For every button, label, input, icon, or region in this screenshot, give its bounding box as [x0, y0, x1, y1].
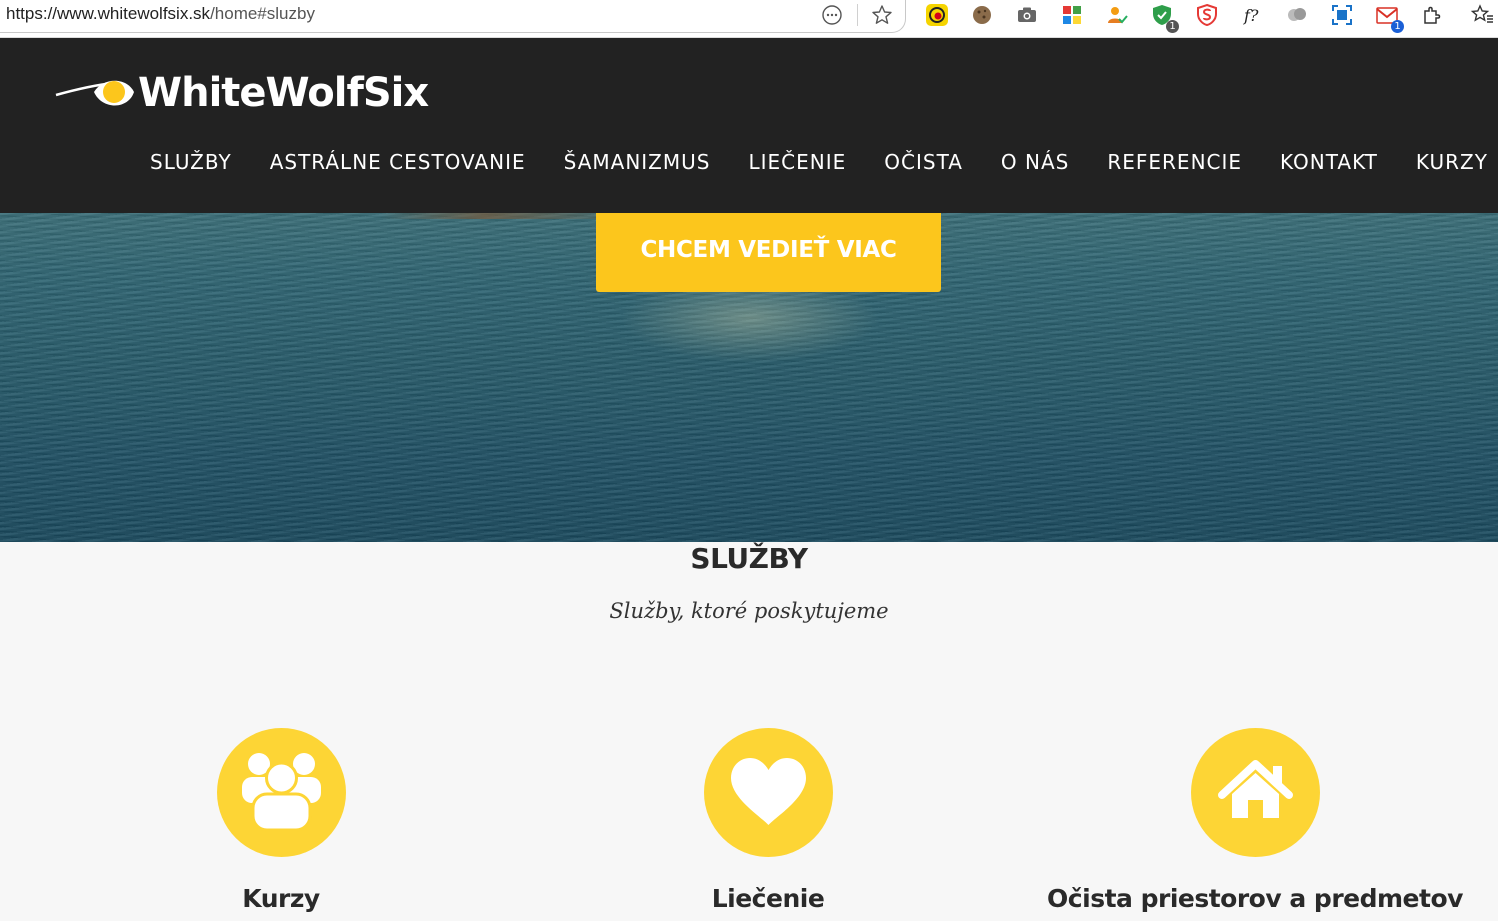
nav-item-liecenie[interactable]: LIEČENIE: [748, 150, 846, 174]
service-icon-circle: [1190, 728, 1320, 857]
site-header: WhiteWolfSix SLUŽBY ASTRÁLNE CESTOVANIE …: [0, 38, 1498, 213]
nav-item-sluzby[interactable]: SLUŽBY: [150, 150, 232, 174]
screenshot-extension-icon[interactable]: [1330, 3, 1354, 27]
logo-text: WhiteWolfSix: [138, 70, 429, 116]
service-card-kurzy[interactable]: Kurzy: [31, 728, 531, 913]
font-finder-extension-icon[interactable]: f?: [1240, 3, 1264, 27]
reader-icon[interactable]: [821, 4, 843, 26]
person-check-extension-icon[interactable]: [1105, 3, 1129, 27]
svg-text:f?: f?: [1243, 6, 1259, 25]
nav-item-astralne-cestovanie[interactable]: ASTRÁLNE CESTOVANIE: [270, 150, 526, 174]
reading-list-star-icon[interactable]: [871, 4, 893, 26]
cloud-extension-icon[interactable]: [1285, 3, 1309, 27]
service-card-ocista[interactable]: Očista priestorov a predmetov: [1005, 728, 1498, 913]
main-nav: SLUŽBY ASTRÁLNE CESTOVANIE ŠAMANIZMUS LI…: [150, 150, 1488, 174]
extensions-puzzle-icon[interactable]: [1420, 3, 1444, 27]
service-name: Liečenie: [711, 884, 825, 913]
url-text: https://www.whitewolfsix.sk/home#sluzby: [6, 4, 315, 24]
url-path: /home#sluzby: [210, 4, 315, 23]
wolf-eye-logo-icon: [55, 80, 134, 106]
gmail-badge: 1: [1391, 20, 1404, 33]
heart-icon: [730, 758, 806, 825]
address-bar[interactable]: https://www.whitewolfsix.sk/home#sluzby: [0, 0, 906, 33]
gmail-extension-icon[interactable]: 1: [1375, 3, 1404, 33]
favorites-star-icon[interactable]: [1470, 3, 1494, 27]
camera-extension-icon[interactable]: [1015, 3, 1039, 27]
nav-item-kontakt[interactable]: KONTAKT: [1280, 150, 1378, 174]
browser-toolbar: https://www.whitewolfsix.sk/home#sluzby …: [0, 0, 1498, 38]
shield-check-extension-icon[interactable]: 1: [1150, 3, 1179, 33]
house-icon: [1217, 760, 1293, 818]
url-separator: [857, 4, 858, 26]
nav-item-ocista[interactable]: OČISTA: [884, 150, 963, 174]
service-name: Očista priestorov a predmetov: [1047, 884, 1463, 913]
services-title: SLUŽBY: [690, 542, 808, 575]
cookie-extension-icon[interactable]: [970, 3, 994, 27]
puzzle-color-extension-icon[interactable]: [1060, 3, 1084, 27]
nav-item-o-nas[interactable]: O NÁS: [1001, 150, 1069, 174]
learn-more-button[interactable]: CHCEM VEDIEŤ VIAC: [596, 213, 941, 292]
hero-section: CHCEM VEDIEŤ VIAC: [0, 213, 1498, 542]
service-card-liecenie[interactable]: Liečenie: [518, 728, 1018, 913]
nav-item-samanizmus[interactable]: ŠAMANIZMUS: [564, 150, 711, 174]
service-name: Kurzy: [242, 884, 320, 913]
url-domain: https://www.whitewolfsix.sk: [6, 4, 211, 23]
services-subtitle: Služby, ktoré poskytujeme: [609, 599, 889, 623]
yellow-circle-extension-icon[interactable]: [925, 3, 949, 27]
shield-badge: 1: [1166, 20, 1179, 33]
site-logo[interactable]: WhiteWolfSix: [54, 68, 434, 118]
service-icon-circle: [703, 728, 833, 857]
nav-item-kurzy[interactable]: KURZY: [1416, 150, 1488, 174]
nav-item-referencie[interactable]: REFERENCIE: [1107, 150, 1242, 174]
services-section: SLUŽBY Služby, ktoré poskytujeme Kurzy L…: [0, 542, 1498, 921]
red-s-extension-icon[interactable]: [1195, 3, 1219, 27]
service-icon-circle: [216, 728, 346, 857]
group-icon: [241, 753, 321, 832]
